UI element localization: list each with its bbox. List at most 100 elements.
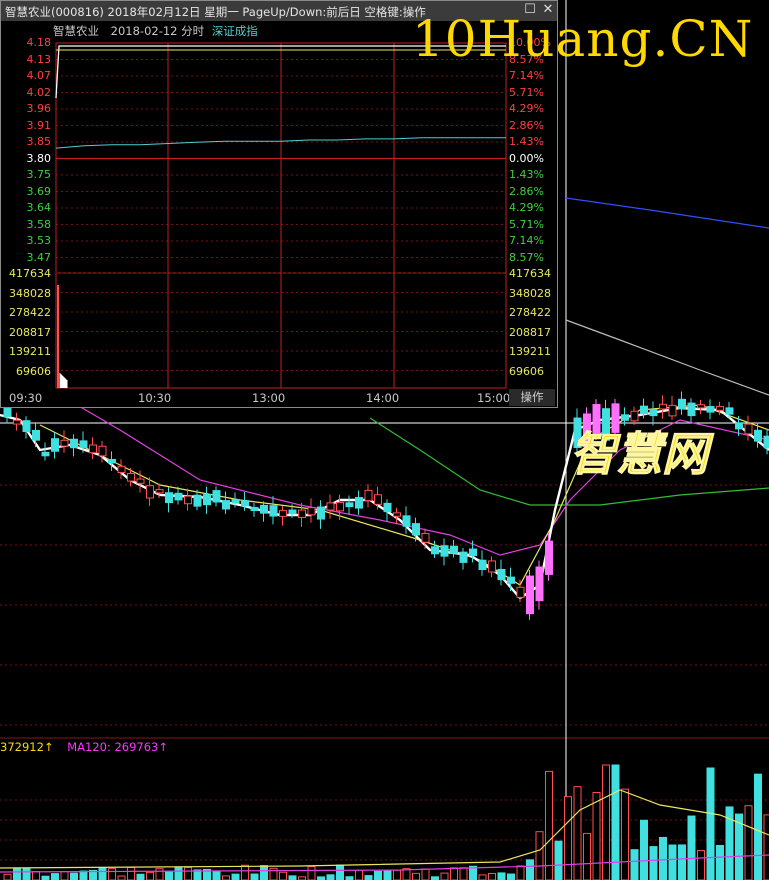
candle <box>269 505 278 517</box>
volume-axis-label: 417634 <box>9 267 51 280</box>
volume-bar <box>564 796 572 880</box>
percent-axis-label: 8.57% <box>509 250 544 264</box>
price-axis-label: 4.18 <box>26 36 52 49</box>
volume-bar <box>668 844 677 880</box>
candle <box>516 586 525 598</box>
candle <box>345 502 354 508</box>
ma120-line <box>565 197 769 229</box>
candle <box>649 409 658 417</box>
candle <box>402 515 411 527</box>
candle <box>203 494 211 506</box>
candle <box>288 509 297 515</box>
candle <box>32 429 40 441</box>
candle <box>184 495 192 505</box>
volume-bar <box>98 867 107 880</box>
candle <box>431 546 439 555</box>
time-axis-label: 15:00 <box>477 391 511 405</box>
volume-axis-label: 348028 <box>9 286 51 300</box>
candle <box>279 510 287 517</box>
volume-bar <box>621 788 629 880</box>
candle <box>146 485 154 499</box>
time-axis-label: 09:30 <box>9 391 43 405</box>
percent-axis-label: 2.86% <box>509 118 544 132</box>
volume-bar <box>744 805 753 880</box>
volume-bar <box>127 866 135 880</box>
ma250-line <box>565 319 769 396</box>
price-axis-label: 3.47 <box>26 250 52 264</box>
volume-bar <box>364 875 373 880</box>
candle <box>260 504 268 514</box>
candle <box>250 506 259 511</box>
volume-bar <box>754 773 762 880</box>
volume-bar <box>32 871 40 880</box>
candle <box>326 502 335 511</box>
volume-bar <box>355 869 363 880</box>
volume-bar <box>507 873 515 880</box>
candle <box>89 444 97 454</box>
price-axis-label: 3.69 <box>26 184 52 198</box>
volume-bar <box>497 872 506 880</box>
volume-axis-label-right: 348028 <box>509 286 551 300</box>
volume-bar <box>583 832 591 880</box>
candle <box>364 489 373 502</box>
candle <box>98 445 107 457</box>
candle <box>526 575 534 615</box>
time-axis-label: 13:00 <box>252 391 286 405</box>
volume-bar <box>326 874 335 880</box>
candle <box>488 560 496 573</box>
volume-bar <box>687 815 696 880</box>
candle <box>725 407 734 415</box>
volume-axis-label-right: 417634 <box>509 267 551 280</box>
candle <box>298 509 306 518</box>
volume-bar <box>260 865 268 880</box>
volume-bar <box>174 867 183 880</box>
candle <box>22 420 31 432</box>
candle <box>659 403 667 410</box>
candle <box>706 406 715 413</box>
candle <box>193 494 202 507</box>
candle <box>51 438 59 452</box>
candle <box>497 568 506 581</box>
volume-bar <box>706 767 715 880</box>
volume-bar <box>336 864 344 880</box>
candle <box>117 465 126 474</box>
candle <box>70 438 78 449</box>
price-axis-label: 3.64 <box>26 201 52 214</box>
percent-axis-label: 2.86% <box>509 184 544 198</box>
candle <box>374 494 382 505</box>
percent-axis-label: 0.00% <box>509 151 544 165</box>
percent-axis-label: 1.43% <box>509 168 544 181</box>
candle <box>478 559 487 571</box>
candle <box>421 533 430 543</box>
price-axis-label: 4.13 <box>26 52 52 66</box>
volume-bar <box>13 868 21 880</box>
volume-bar <box>649 846 658 880</box>
candle <box>127 473 135 482</box>
volume-bar <box>184 866 192 880</box>
candle <box>640 405 648 415</box>
time-axis-label: 10:30 <box>138 391 172 405</box>
candle <box>165 492 173 504</box>
volume-bar <box>165 871 173 880</box>
candle <box>469 548 477 556</box>
candle <box>545 540 553 575</box>
volume-bar <box>678 844 686 880</box>
candle <box>763 435 769 449</box>
price-axis-label: 3.96 <box>26 102 52 115</box>
volume-axis-label: 69606 <box>16 364 51 378</box>
volume-bar <box>554 840 563 880</box>
watermark-cn: 智慧网 <box>570 427 709 482</box>
volume-axis-label: 139211 <box>9 345 51 358</box>
candle <box>678 398 686 409</box>
volume-bar <box>241 864 249 880</box>
operate-button[interactable]: 操作 <box>509 389 555 406</box>
candle <box>174 492 183 501</box>
candle <box>3 407 12 417</box>
volume-bar <box>459 867 468 880</box>
candle <box>60 439 69 447</box>
candle <box>507 576 515 584</box>
volume-bar <box>51 873 59 880</box>
price-axis-label: 3.80 <box>26 151 52 165</box>
candle <box>687 402 696 417</box>
volume-bar <box>60 871 69 880</box>
